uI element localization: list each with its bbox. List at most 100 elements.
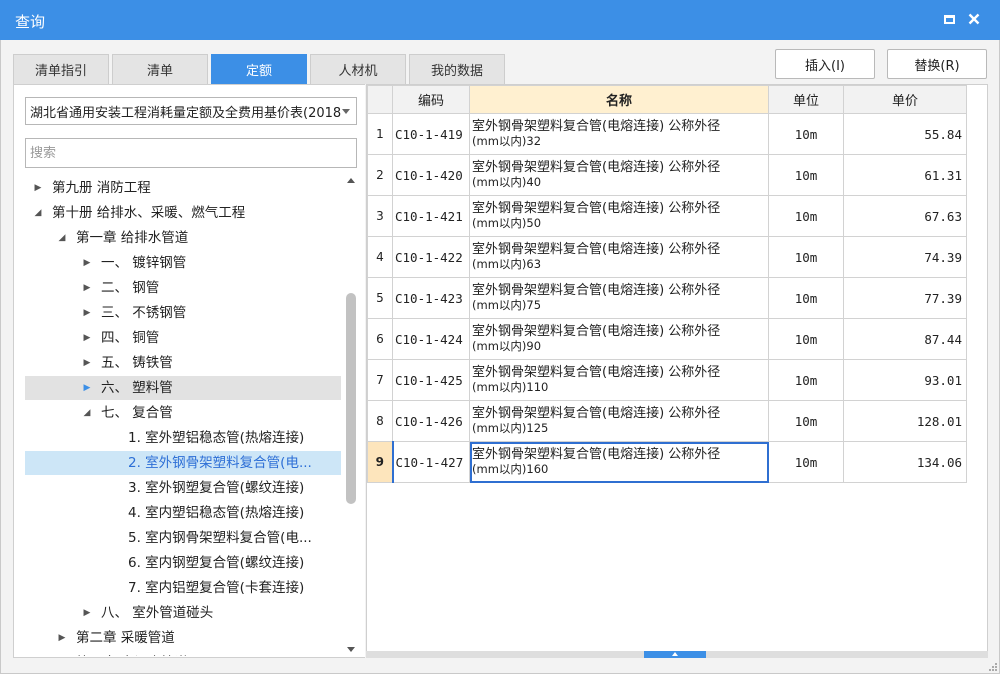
row-index[interactable]: 9 [367, 441, 393, 483]
tree-node[interactable]: ◢ 第一章 给排水管道 [25, 226, 341, 250]
tab-quota[interactable]: 定额 [211, 54, 307, 84]
replace-button[interactable]: 替换(R) [887, 49, 987, 79]
tree-node[interactable]: ▶ 第二章 采暖管道 [25, 626, 341, 650]
expand-triangle-icon[interactable]: ▶ [82, 351, 92, 375]
search-input[interactable] [25, 138, 357, 168]
table-row[interactable]: 3 C10-1-421 室外钢骨架塑料复合管(电熔连接) 公称外径 (mm以内)50 1… [367, 195, 967, 237]
tree-node[interactable]: 3. 室外钢塑复合管(螺纹连接) [25, 476, 341, 500]
quota-price[interactable]: 134.06 [843, 441, 967, 483]
quota-name[interactable]: 室外钢骨架塑料复合管(电熔连接) 公称外径 (mm以内)40 [469, 154, 769, 196]
tree-node[interactable]: 2. 室外钢骨架塑料复合管(电... [25, 451, 341, 475]
quota-code[interactable]: C10-1-424 [392, 318, 470, 360]
quota-unit[interactable]: 10m [768, 441, 844, 483]
quota-unit[interactable]: 10m [768, 359, 844, 401]
quota-code[interactable]: C10-1-422 [392, 236, 470, 278]
tab-list-guide[interactable]: 清单指引 [13, 54, 109, 84]
quota-name[interactable]: 室外钢骨架塑料复合管(电熔连接) 公称外径 (mm以内)50 [469, 195, 769, 237]
quota-code[interactable]: C10-1-421 [392, 195, 470, 237]
quota-code[interactable]: C10-1-423 [392, 277, 470, 319]
expand-triangle-icon[interactable]: ▶ [82, 301, 92, 325]
row-index[interactable]: 5 [367, 277, 393, 319]
tree-node[interactable]: 5. 室内钢骨架塑料复合管(电... [25, 526, 341, 550]
header-name[interactable]: 名称 [469, 85, 769, 114]
tree-node[interactable]: ▶ 第三章 空调水管道 [25, 651, 341, 656]
table-row[interactable]: 8 C10-1-426 室外钢骨架塑料复合管(电熔连接) 公称外径 (mm以内)125… [367, 400, 967, 442]
table-row[interactable]: 5 C10-1-423 室外钢骨架塑料复合管(电熔连接) 公称外径 (mm以内)75 1… [367, 277, 967, 319]
insert-button[interactable]: 插入(I) [775, 49, 875, 79]
quota-unit[interactable]: 10m [768, 318, 844, 360]
table-row[interactable]: 4 C10-1-422 室外钢骨架塑料复合管(电熔连接) 公称外径 (mm以内)63 1… [367, 236, 967, 278]
close-button[interactable] [963, 8, 985, 30]
quota-price[interactable]: 67.63 [843, 195, 967, 237]
scroll-up-icon[interactable] [347, 178, 355, 183]
quota-name[interactable]: 室外钢骨架塑料复合管(电熔连接) 公称外径 (mm以内)125 [469, 400, 769, 442]
library-select[interactable]: 湖北省通用安装工程消耗量定额及全费用基价表(2018) [25, 97, 357, 125]
row-index[interactable]: 8 [367, 400, 393, 442]
quota-code[interactable]: C10-1-425 [392, 359, 470, 401]
tree-node[interactable]: ▶ 第九册 消防工程 [25, 176, 341, 200]
resize-grip-icon[interactable] [987, 661, 997, 671]
tree-node[interactable]: ◢ 第十册 给排水、采暖、燃气工程 [25, 201, 341, 225]
quota-unit[interactable]: 10m [768, 113, 844, 155]
row-index[interactable]: 6 [367, 318, 393, 360]
expand-triangle-icon[interactable]: ▶ [82, 326, 92, 350]
quota-name[interactable]: 室外钢骨架塑料复合管(电熔连接) 公称外径 (mm以内)110 [469, 359, 769, 401]
table-row[interactable]: 7 C10-1-425 室外钢骨架塑料复合管(电熔连接) 公称外径 (mm以内)110… [367, 359, 967, 401]
quota-code[interactable]: C10-1-419 [392, 113, 470, 155]
tree-node[interactable]: ▶ 三、 不锈钢管 [25, 301, 341, 325]
tree-node[interactable]: 6. 室内钢塑复合管(螺纹连接) [25, 551, 341, 575]
quota-name[interactable]: 室外钢骨架塑料复合管(电熔连接) 公称外径 (mm以内)90 [469, 318, 769, 360]
collapse-triangle-icon[interactable]: ◢ [82, 401, 92, 425]
tree-node[interactable]: ▶ 二、 钢管 [25, 276, 341, 300]
tree-node[interactable]: 1. 室外塑铝稳态管(热熔连接) [25, 426, 341, 450]
quota-unit[interactable]: 10m [768, 195, 844, 237]
row-index[interactable]: 2 [367, 154, 393, 196]
quota-price[interactable]: 55.84 [843, 113, 967, 155]
expand-triangle-icon[interactable]: ▶ [82, 601, 92, 625]
expand-triangle-icon[interactable]: ▶ [57, 651, 67, 656]
tree-node[interactable]: 7. 室内铝塑复合管(卡套连接) [25, 576, 341, 600]
expand-triangle-icon[interactable]: ▶ [82, 276, 92, 300]
header-code[interactable]: 编码 [392, 85, 470, 114]
quota-name[interactable]: 室外钢骨架塑料复合管(电熔连接) 公称外径 (mm以内)32 [469, 113, 769, 155]
quota-unit[interactable]: 10m [768, 400, 844, 442]
quota-code[interactable]: C10-1-427 [391, 441, 470, 483]
tree-node[interactable]: ▶ 八、 室外管道碰头 [25, 601, 341, 625]
expand-triangle-icon[interactable]: ▶ [33, 176, 43, 200]
scrollbar-grip[interactable] [644, 651, 706, 658]
collapse-triangle-icon[interactable]: ◢ [57, 226, 67, 250]
quota-unit[interactable]: 10m [768, 236, 844, 278]
tree-node[interactable]: ▶ 四、 铜管 [25, 326, 341, 350]
row-index[interactable]: 7 [367, 359, 393, 401]
tab-labor-material-machine[interactable]: 人材机 [310, 54, 406, 84]
expand-triangle-icon[interactable]: ▶ [82, 376, 92, 400]
collapse-triangle-icon[interactable]: ◢ [33, 201, 43, 225]
row-index[interactable]: 1 [367, 113, 393, 155]
quota-price[interactable]: 87.44 [843, 318, 967, 360]
scroll-down-icon[interactable] [347, 647, 355, 652]
table-row[interactable]: 1 C10-1-419 室外钢骨架塑料复合管(电熔连接) 公称外径 (mm以内)32 1… [367, 113, 967, 155]
row-index[interactable]: 3 [367, 195, 393, 237]
quota-price[interactable]: 77.39 [843, 277, 967, 319]
table-row[interactable]: 9 C10-1-427 室外钢骨架塑料复合管(电熔连接) 公称外径 (mm以内)160… [367, 441, 967, 483]
quota-name[interactable]: 室外钢骨架塑料复合管(电熔连接) 公称外径 (mm以内)160 [469, 441, 769, 483]
tree-scrollbar-thumb[interactable] [346, 293, 356, 504]
quota-price[interactable]: 61.31 [843, 154, 967, 196]
quota-price[interactable]: 74.39 [843, 236, 967, 278]
tree-node[interactable]: 4. 室内塑铝稳态管(热熔连接) [25, 501, 341, 525]
maximize-button[interactable] [938, 8, 960, 30]
table-row[interactable]: 2 C10-1-420 室外钢骨架塑料复合管(电熔连接) 公称外径 (mm以内)40 1… [367, 154, 967, 196]
quota-unit[interactable]: 10m [768, 277, 844, 319]
quota-code[interactable]: C10-1-420 [392, 154, 470, 196]
expand-triangle-icon[interactable]: ▶ [57, 626, 67, 650]
tree-scrollbar[interactable] [345, 176, 357, 656]
quota-price[interactable]: 128.01 [843, 400, 967, 442]
expand-triangle-icon[interactable]: ▶ [82, 251, 92, 275]
table-horizontal-scrollbar[interactable] [366, 651, 988, 658]
tree-node[interactable]: ▶ 五、 铸铁管 [25, 351, 341, 375]
quota-price[interactable]: 93.01 [843, 359, 967, 401]
header-price[interactable]: 单价 [843, 85, 967, 114]
tree-node[interactable]: ▶ 六、 塑料管 [25, 376, 341, 400]
tab-list[interactable]: 清单 [112, 54, 208, 84]
tree-node[interactable]: ▶ 一、 镀锌钢管 [25, 251, 341, 275]
